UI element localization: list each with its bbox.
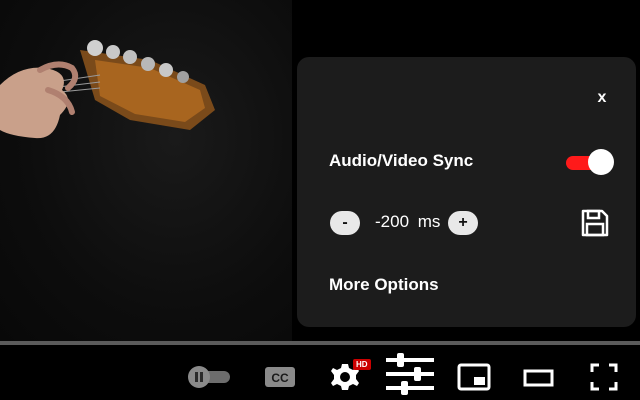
miniplayer-icon[interactable] bbox=[457, 363, 491, 391]
increment-button[interactable]: + bbox=[448, 211, 478, 235]
toggle-knob bbox=[588, 149, 614, 175]
progress-bar[interactable] bbox=[0, 341, 640, 345]
fullscreen-icon[interactable] bbox=[589, 362, 619, 392]
svg-text:CC: CC bbox=[271, 371, 289, 385]
decrement-button[interactable]: - bbox=[330, 211, 360, 235]
save-icon[interactable] bbox=[580, 208, 610, 238]
autoplay-toggle-icon[interactable] bbox=[186, 366, 232, 388]
delay-value: -200 bbox=[375, 212, 410, 231]
av-sync-label: Audio/Video Sync bbox=[329, 151, 474, 170]
delay-readout: -200 ms bbox=[375, 212, 440, 232]
more-options-link[interactable]: More Options bbox=[329, 275, 439, 295]
guitar-image bbox=[0, 40, 215, 139]
av-sync-toggle[interactable] bbox=[566, 149, 614, 175]
captions-icon[interactable]: CC bbox=[264, 366, 296, 388]
close-button[interactable]: x bbox=[592, 88, 612, 108]
delay-unit: ms bbox=[417, 212, 441, 231]
sliders-icon[interactable] bbox=[384, 352, 436, 396]
hd-badge: HD bbox=[353, 359, 371, 370]
theater-mode-icon[interactable] bbox=[523, 367, 555, 389]
video-frame bbox=[0, 0, 292, 345]
